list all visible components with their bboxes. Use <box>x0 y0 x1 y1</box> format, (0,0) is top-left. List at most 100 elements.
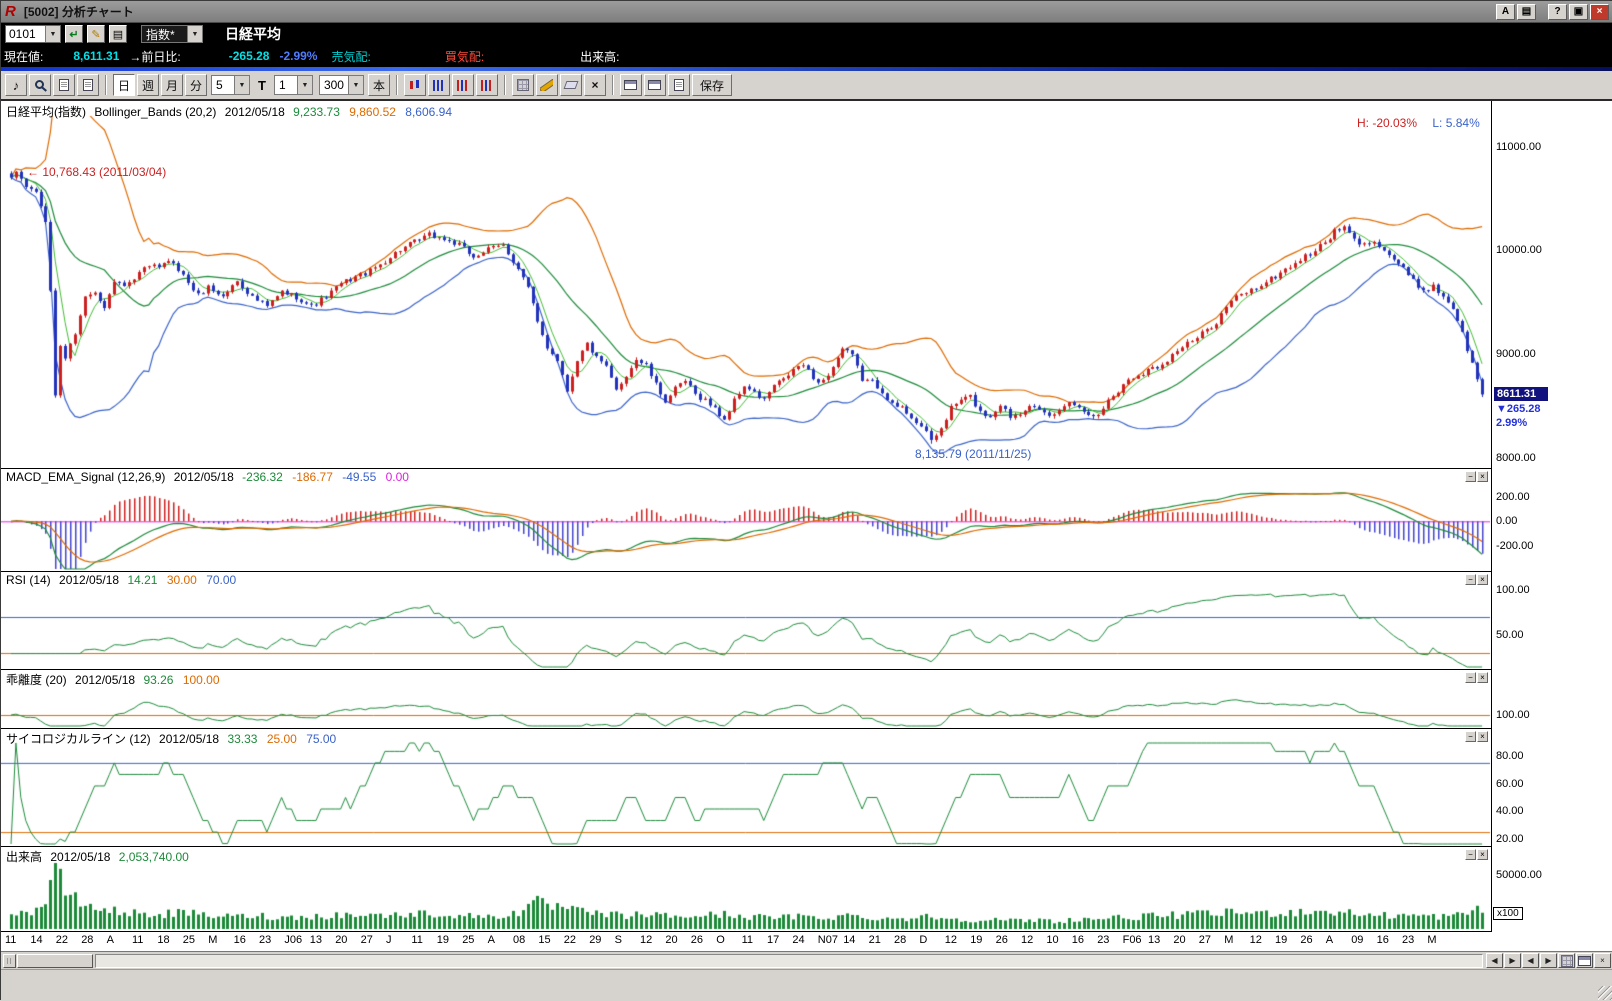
period-monthly-button[interactable]: 月 <box>161 74 183 96</box>
macd-hist-value: -49.55 <box>342 470 376 484</box>
help-button[interactable]: ? <box>1548 4 1567 20</box>
current-price-label: 現在値: <box>4 48 43 65</box>
period-weekly-button[interactable]: 週 <box>137 74 159 96</box>
note-button[interactable]: ♪ <box>5 74 27 96</box>
price-axis-label: 9000.00 <box>1496 348 1536 360</box>
rsi-axis-label: 50.00 <box>1496 629 1524 641</box>
price-panel-title: 日経平均(指数) <box>6 105 86 119</box>
tick-select[interactable]: 1 ▼ <box>274 75 313 95</box>
jump-start-button[interactable]: ◀ <box>1522 953 1539 968</box>
volume-title: 出来高 <box>6 850 42 864</box>
grid-toggle-button[interactable] <box>512 74 534 96</box>
layout-button[interactable]: ▤ <box>1517 4 1536 20</box>
rsi-close-button[interactable]: × <box>1477 574 1488 585</box>
symbol-type-select[interactable]: 指数* ▼ <box>141 25 203 43</box>
psych-low-threshold: 25.00 <box>267 732 297 746</box>
layout-grid-button[interactable] <box>1558 953 1575 968</box>
macd-zero-value: 0.00 <box>386 470 409 484</box>
chevron-down-icon[interactable]: ▼ <box>234 76 249 94</box>
macd-close-button[interactable]: × <box>1477 471 1488 482</box>
panel-divider <box>1 468 1491 469</box>
symbol-type-value: 指数* <box>142 26 187 43</box>
price-axis-label: 8000.00 <box>1496 452 1536 464</box>
save-button[interactable]: 保存 <box>692 74 732 96</box>
chart-toolbar: ♪ 日 週 月 分 5 ▼ T 1 ▼ 300 ▼ 本 × <box>1 71 1612 101</box>
delete-drawing-button[interactable]: × <box>584 74 606 96</box>
macd-signal-value: -186.77 <box>292 470 333 484</box>
chevron-down-icon[interactable]: ▼ <box>348 76 363 94</box>
symbol-code-value: 0101 <box>6 27 45 41</box>
scrollbar-track[interactable] <box>95 954 1483 968</box>
zoom-icon <box>35 80 44 89</box>
candle-chart-button[interactable] <box>404 74 426 96</box>
scroll-right-button[interactable]: ▶ <box>1504 953 1521 968</box>
eraser-button[interactable] <box>560 74 582 96</box>
colored-bars-icon <box>457 80 469 91</box>
chevron-down-icon[interactable]: ▼ <box>297 76 312 94</box>
bar-count-select[interactable]: 300 ▼ <box>319 75 364 95</box>
hilo-chart-button[interactable] <box>476 74 498 96</box>
maximize-button[interactable]: ▣ <box>1569 4 1588 20</box>
scrollbar-grip[interactable] <box>3 954 16 968</box>
volume-close-button[interactable]: × <box>1477 849 1488 860</box>
period-minute-button[interactable]: 分 <box>185 74 207 96</box>
separator <box>396 75 398 95</box>
bottom-scrollbar: ◀ ▶ ◀ ▶ × <box>1 951 1612 969</box>
scrollbar-thumb[interactable] <box>17 954 93 968</box>
resize-grip-icon[interactable] <box>1598 986 1612 1000</box>
list-icon-button[interactable]: ▤ <box>109 25 127 43</box>
colored-bar-chart-button[interactable] <box>452 74 474 96</box>
volume-minimize-button[interactable]: − <box>1465 849 1476 860</box>
bollinger-lower-value: 8,606.94 <box>405 105 452 119</box>
kairi-minimize-button[interactable]: − <box>1465 672 1476 683</box>
separator <box>612 75 614 95</box>
price-axis-label: 11000.00 <box>1496 141 1541 153</box>
price-chart-canvas[interactable] <box>1 101 1491 468</box>
return-icon: ↵ <box>69 28 78 41</box>
window-layout-button[interactable] <box>620 74 642 96</box>
symbol-name: 日経平均 <box>225 24 281 44</box>
copy-chart2-button[interactable] <box>77 74 99 96</box>
pencil-icon <box>540 79 553 91</box>
rsi-minimize-button[interactable]: − <box>1465 574 1476 585</box>
chevron-down-icon[interactable]: ▼ <box>45 26 60 42</box>
enter-icon-button[interactable]: ↵ <box>65 25 83 43</box>
draw-line-button[interactable] <box>536 74 558 96</box>
edit-icon-button[interactable]: ✎ <box>87 25 105 43</box>
close-button[interactable]: × <box>1590 4 1609 20</box>
period-daily-button[interactable]: 日 <box>113 74 135 96</box>
macd-panel-header: MACD_EMA_Signal (12,26,9) 2012/05/18 -23… <box>6 470 415 484</box>
close-chart-button[interactable]: × <box>1594 953 1611 968</box>
kairi-axis-label: 100.00 <box>1496 709 1530 721</box>
rsi-panel-header: RSI (14) 2012/05/18 14.21 30.00 70.00 <box>6 573 242 587</box>
price-panel-header: 日経平均(指数) Bollinger_Bands (20,2) 2012/05/… <box>6 103 458 120</box>
kairi-panel-header: 乖離度 (20) 2012/05/18 93.26 100.00 <box>6 671 226 688</box>
psych-panel-header: サイコロジカルライン (12) 2012/05/18 33.33 25.00 7… <box>6 730 342 747</box>
price-axis-label: 10000.00 <box>1496 244 1542 256</box>
chevron-down-icon[interactable]: ▼ <box>187 26 202 42</box>
bar-chart-icon <box>433 80 445 91</box>
jump-end-button[interactable]: ▶ <box>1540 953 1557 968</box>
zoom-button[interactable] <box>29 74 51 96</box>
scroll-left-button[interactable]: ◀ <box>1486 953 1503 968</box>
volume-label: 出来高: <box>580 48 619 65</box>
price-date: 2012/05/18 <box>225 105 285 119</box>
bar-unit-button[interactable]: 本 <box>368 74 390 96</box>
panel-divider <box>1 669 1491 670</box>
font-button[interactable]: A <box>1496 4 1515 20</box>
psych-close-button[interactable]: × <box>1477 731 1488 742</box>
layout-table-button[interactable] <box>1576 953 1593 968</box>
macd-minimize-button[interactable]: − <box>1465 471 1476 482</box>
new-page-button[interactable] <box>668 74 690 96</box>
window-layout2-button[interactable] <box>644 74 666 96</box>
copy-chart-button[interactable] <box>53 74 75 96</box>
symbol-code-input[interactable]: 0101 ▼ <box>5 25 61 43</box>
kairi-close-button[interactable]: × <box>1477 672 1488 683</box>
eraser-icon <box>564 81 579 89</box>
bar-chart-button[interactable] <box>428 74 450 96</box>
change-label: →前日比: <box>129 48 180 65</box>
psych-minimize-button[interactable]: − <box>1465 731 1476 742</box>
rsi-title: RSI (14) <box>6 573 51 587</box>
volume-chart-canvas[interactable] <box>1 846 1491 931</box>
minute-interval-select[interactable]: 5 ▼ <box>211 75 250 95</box>
